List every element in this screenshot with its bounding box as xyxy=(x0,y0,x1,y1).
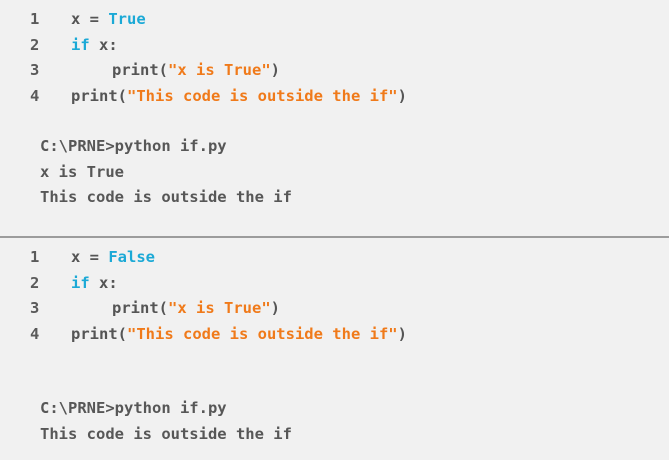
line-number: 1 xyxy=(30,248,40,266)
code-line: 4 print("This code is outside the if") xyxy=(30,87,407,113)
code-line: 3 print("x is True") xyxy=(30,299,407,325)
code-line: 2 if x: xyxy=(30,36,407,62)
code-listing: 1x = True 2 if x: 3 print("x is True") 4 print… xyxy=(30,10,407,112)
code-token: ) xyxy=(270,299,280,317)
line-number: 1 xyxy=(30,10,40,28)
keyword-token: if xyxy=(71,35,90,54)
code-example-false: 1x = False 2 if x: 3 print("x is True") 4 prin… xyxy=(0,238,669,460)
line-number: 4 xyxy=(30,86,40,105)
code-line: 1 x = True xyxy=(30,10,407,36)
keyword-token: if xyxy=(71,273,90,292)
line-number: 4 xyxy=(30,324,40,343)
string-token: "This code is outside the if" xyxy=(127,86,398,105)
code-token: print( xyxy=(112,299,168,317)
code-token: x: xyxy=(89,273,118,292)
code-line: 1 x = False xyxy=(30,248,407,274)
code-example-true: 1x = True 2 if x: 3 print("x is True") 4 print… xyxy=(0,0,669,236)
output-line: This code is outside the if xyxy=(40,188,292,206)
code-token: print( xyxy=(71,86,127,105)
string-token: "x is True" xyxy=(168,61,271,79)
keyword-token: True xyxy=(108,10,146,28)
line-number: 2 xyxy=(30,35,40,54)
code-token: print( xyxy=(112,61,168,79)
output-line: C:\PRNE>python if.py xyxy=(40,137,227,155)
code-token: ) xyxy=(397,86,407,105)
code-line: 3 print("x is True") xyxy=(30,61,407,87)
code-token: ) xyxy=(270,61,280,79)
output-line: C:\PRNE>python if.py xyxy=(40,399,227,417)
output-line: This code is outside the if xyxy=(40,424,292,443)
code-token: x: xyxy=(89,35,118,54)
code-token: ) xyxy=(397,324,407,343)
code-token: x = xyxy=(71,248,109,266)
code-token: x = xyxy=(71,10,109,28)
code-line: 4 print("This code is outside the if") xyxy=(30,325,407,351)
output-line: x is True xyxy=(40,162,124,181)
line-number: 3 xyxy=(30,61,40,79)
code-line: 2 if x: xyxy=(30,274,407,300)
code-token: print( xyxy=(71,324,127,343)
string-token: "x is True" xyxy=(168,299,271,317)
string-token: "This code is outside the if" xyxy=(127,324,398,343)
line-number: 3 xyxy=(30,299,40,317)
code-listing: 1x = False 2 if x: 3 print("x is True") 4 prin… xyxy=(30,248,407,350)
console-output: C:\PRNE>python if.py This code is outside… xyxy=(40,399,292,450)
keyword-token: False xyxy=(108,248,155,266)
line-number: 2 xyxy=(30,273,40,292)
console-output: C:\PRNE>python if.py x is True This code i… xyxy=(40,137,292,214)
